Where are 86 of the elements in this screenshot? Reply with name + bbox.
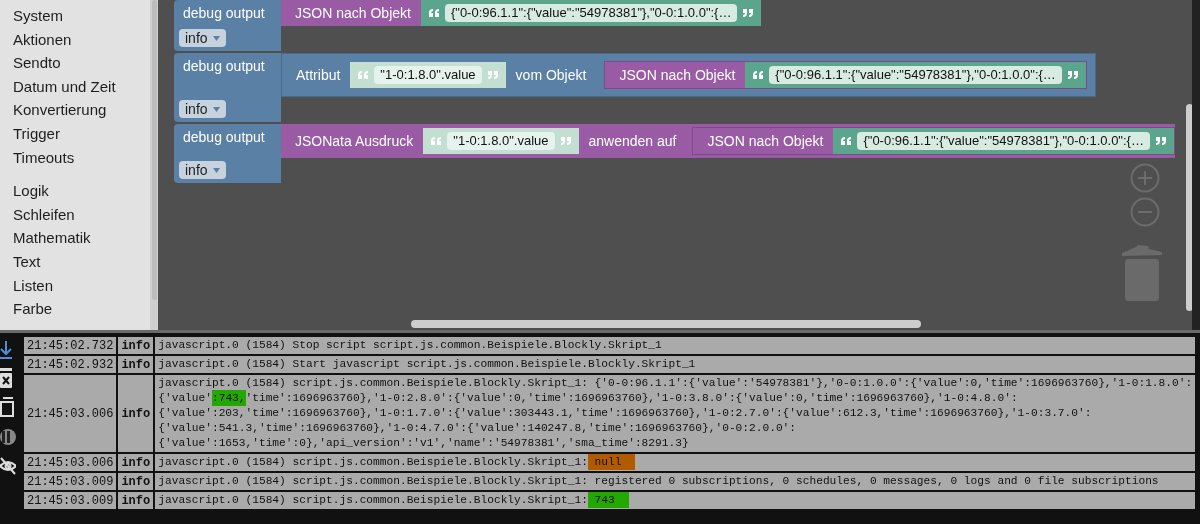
text-field[interactable]: {"0-0:96.1.1":{"value":"54978381"},"0-0:1.0.0":{… bbox=[769, 66, 1062, 84]
category-item[interactable]: Timeouts bbox=[13, 145, 150, 170]
download-icon[interactable] bbox=[0, 341, 12, 359]
text-block[interactable]: {"0-0:96.1.1":{"value":"54978381"},"0-0:1.0.0":{… bbox=[745, 62, 1086, 88]
function-block[interactable]: JSON nach Objekt {"0-0:96.1.1":{"value":"54978381"},"0-0:1.0.0":{… bbox=[692, 127, 1175, 155]
category-item[interactable]: Konvertierung bbox=[13, 98, 150, 122]
clear-icon[interactable] bbox=[0, 368, 14, 388]
level-cell: info bbox=[118, 473, 154, 490]
category-item[interactable]: Listen bbox=[13, 273, 150, 298]
message-cell: javascript.0 (1584) Stop script script.js.common.Beispiele.Blockly.Skript_1 bbox=[155, 337, 1196, 354]
level-cell: info bbox=[118, 337, 154, 354]
open-quote-icon bbox=[358, 71, 369, 79]
debug-block[interactable]: debug output info bbox=[174, 53, 281, 122]
category-item[interactable]: System bbox=[13, 4, 150, 28]
close-quote-icon bbox=[1067, 71, 1078, 79]
block-label: anwenden auf bbox=[587, 133, 678, 149]
open-quote-icon bbox=[753, 71, 764, 79]
close-quote-icon bbox=[743, 9, 754, 17]
time-cell: 21:45:03.009 bbox=[24, 473, 117, 490]
message-cell: javascript.0 (1584) script.js.common.Beispiele.Blockly.Skript_1: 743 bbox=[155, 492, 1196, 509]
caret-icon bbox=[212, 35, 220, 41]
time-cell: 21:45:02.932 bbox=[24, 356, 117, 373]
category-item[interactable]: Farbe bbox=[13, 297, 150, 321]
block-label: debug output bbox=[182, 58, 266, 74]
level-dropdown[interactable]: info bbox=[179, 100, 226, 118]
text-field[interactable]: "1-0:1.8.0".value bbox=[374, 66, 482, 84]
attribute-block[interactable]: Attribut "1-0:1.8.0".value vom Objekt JSON nach Objekt {"0-0:96.1.1":{"value":"54978381"},"0-0:1.0.0":{… bbox=[281, 53, 1096, 97]
text-field[interactable]: {"0-0:96.1.1":{"value":"54978381"},"0-0:1.0.0":{… bbox=[444, 4, 738, 22]
block-label: JSON nach Objekt bbox=[294, 5, 412, 21]
block-label: JSON nach Objekt bbox=[618, 67, 737, 83]
close-quote-icon bbox=[1155, 137, 1166, 145]
block-label: JSON nach Objekt bbox=[706, 133, 825, 149]
category-item[interactable]: Datum und Zeit bbox=[13, 74, 150, 99]
message-cell: javascript.0 (1584) script.js.common.Beispiele.Blockly.Skript_1: registered 0 subscriptions, 0 schedules, 0 messages, 0 logs and 0 file subscriptions bbox=[155, 473, 1196, 490]
level-dropdown[interactable]: info bbox=[179, 29, 226, 47]
message-cell: javascript.0 (1584) script.js.common.Beispiele.Blockly.Skript_1: {'0-0:96.1.1':{'value':'54978381'},'0-0:1.0.0':{'value':0,'time':1696963760},'1-0:1.8.0': {'value':743,'time':1696963760},'1-0:2.8.0':{'value':0,'time':1696963760},'1-0:3.8.0':{'value':0,'time':1696963760},'1-0:4.8.0': {'value':203,'time':1696963760},'1-0:1.7.0':{'value':303443.1,'time':1696963760},'1-0:2.7.0':{'value':612.3,'time':1696963760},'1-0:3.7.0': {'value':541.3,'time':1696963760},'1-0:4.7.0':{'value':140247.8,'time':1696963760},'0-0:2.0.0': {'value':1653,'time':0},'api_version':'v1','name':'54978381','sma_time':8291.3} bbox=[155, 375, 1196, 452]
eye-off-icon[interactable] bbox=[0, 457, 16, 475]
category-item[interactable]: Aktionen bbox=[13, 27, 150, 52]
text-field[interactable]: "1-0:1.8.0".value bbox=[447, 132, 555, 150]
text-field[interactable]: {"0-0:96.1.1":{"value":"54978381"},"0-0:1.0.0":{… bbox=[857, 132, 1150, 150]
open-quote-icon bbox=[431, 137, 442, 145]
message-cell: javascript.0 (1584) Start javascript script.js.common.Beispiele.Blockly.Skript_1 bbox=[155, 356, 1196, 373]
time-cell: 21:45:03.009 bbox=[24, 492, 117, 509]
text-block[interactable]: {"0-0:96.1.1":{"value":"54978381"},"0-0:1.0.0":{… bbox=[420, 0, 762, 26]
debug-block[interactable]: debug output info bbox=[174, 0, 281, 51]
window-icon[interactable] bbox=[0, 397, 14, 417]
horizontal-scrollbar[interactable] bbox=[411, 320, 921, 328]
zoom-out-icon[interactable] bbox=[1130, 197, 1160, 227]
level-cell: info bbox=[118, 375, 154, 452]
level-cell: info bbox=[118, 454, 154, 471]
category-item[interactable]: Logik bbox=[13, 179, 150, 203]
close-quote-icon bbox=[560, 137, 571, 145]
vertical-scrollbar[interactable] bbox=[1186, 104, 1192, 311]
time-cell: 21:45:03.006 bbox=[24, 454, 117, 471]
category-item[interactable]: Text bbox=[13, 249, 150, 274]
level-dropdown[interactable]: info bbox=[179, 161, 226, 179]
open-quote-icon bbox=[841, 137, 852, 145]
category-item[interactable]: Mathematik bbox=[13, 226, 150, 250]
category-item[interactable]: Trigger bbox=[13, 121, 150, 146]
level-cell: info bbox=[118, 356, 154, 373]
block-label: vom Objekt bbox=[514, 67, 588, 83]
block-label: debug output bbox=[182, 129, 266, 145]
block-label: JSONata Ausdruck bbox=[294, 133, 415, 149]
function-block[interactable]: JSON nach Objekt {"0-0:96.1.1":{"value":"54978381"},"0-0:1.0.0":{… bbox=[604, 61, 1087, 89]
function-block[interactable]: JSON nach Objekt {"0-0:96.1.1":{"value":"54978381"},"0-0:1.0.0":{… bbox=[281, 0, 762, 26]
time-cell: 21:45:02.732 bbox=[24, 337, 117, 354]
message-cell: javascript.0 (1584) script.js.common.Beispiele.Blockly.Skript_1: null bbox=[155, 454, 1196, 471]
trash-icon[interactable] bbox=[1122, 245, 1162, 301]
debug-block[interactable]: debug output info bbox=[174, 124, 281, 183]
columns-icon[interactable] bbox=[0, 426, 16, 448]
function-block[interactable]: JSONata Ausdruck "1-0:1.8.0".value anwenden auf JSON nach Objekt {"0-0:96.1.1":{"value":"54978381"},"0-0:1.0.0":{… bbox=[281, 124, 1175, 158]
open-quote-icon bbox=[428, 9, 439, 17]
category-item[interactable]: Schleifen bbox=[13, 202, 150, 227]
time-cell: 21:45:03.006 bbox=[24, 375, 117, 452]
block-label: Attribut bbox=[295, 67, 342, 83]
close-quote-icon bbox=[487, 71, 498, 79]
block-label: debug output bbox=[182, 5, 266, 21]
scrollbar-thumb[interactable] bbox=[151, 0, 157, 300]
text-block[interactable]: {"0-0:96.1.1":{"value":"54978381"},"0-0:1.0.0":{… bbox=[833, 128, 1174, 154]
category-item[interactable]: Sendto bbox=[13, 51, 150, 75]
level-cell: info bbox=[118, 492, 154, 509]
text-block[interactable]: "1-0:1.8.0".value bbox=[423, 128, 579, 154]
text-block[interactable]: "1-0:1.8.0".value bbox=[350, 62, 506, 88]
caret-icon bbox=[212, 106, 220, 112]
caret-icon bbox=[212, 167, 220, 173]
zoom-in-icon[interactable] bbox=[1130, 163, 1160, 193]
